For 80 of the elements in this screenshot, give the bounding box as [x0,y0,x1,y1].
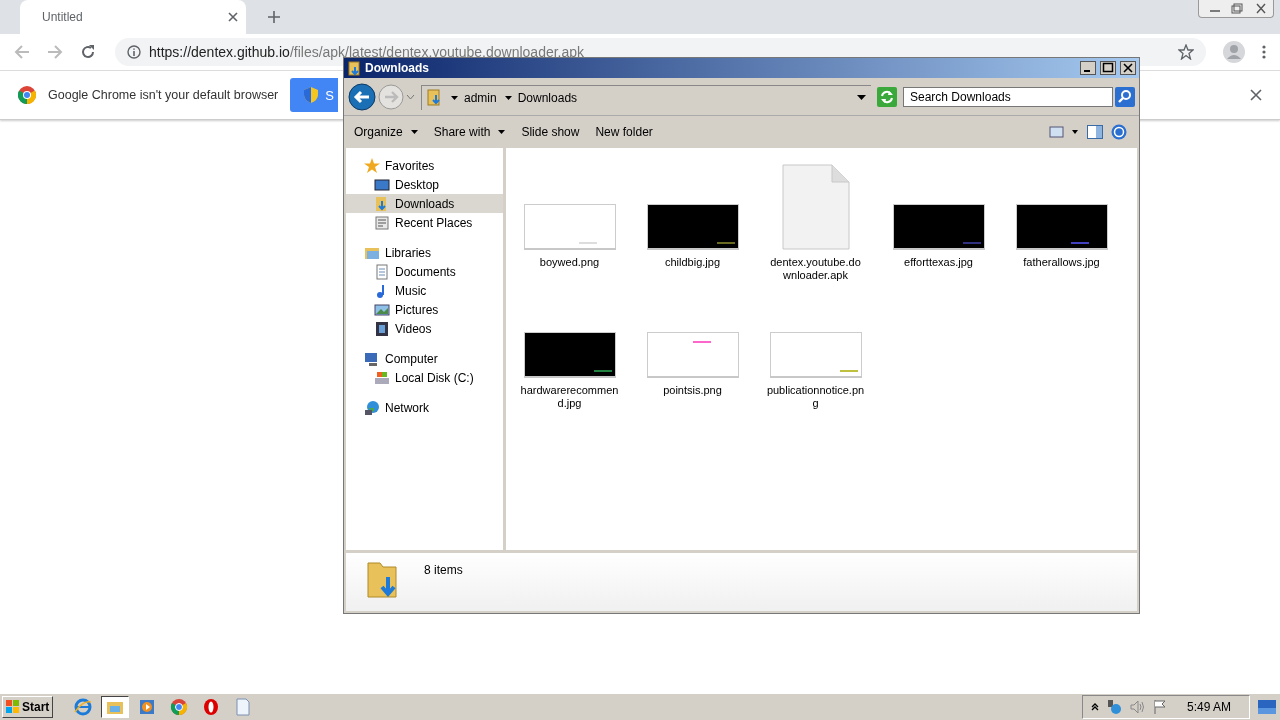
computer-icon [364,350,380,367]
nav-item[interactable]: Music [346,281,503,300]
taskbar-app[interactable] [101,696,130,718]
nav-item[interactable]: Favorites [346,156,503,175]
view-icon[interactable] [1049,126,1079,138]
file-name[interactable]: boywed.png [520,256,619,269]
star-icon [364,157,380,174]
chrome-logo-icon [18,86,36,104]
windows-logo-icon [6,700,20,714]
close-icon[interactable] [228,12,238,22]
back-icon[interactable] [348,83,376,111]
close-icon[interactable] [1120,61,1136,75]
opera-icon [202,698,221,716]
film-icon [374,320,390,337]
nav-item[interactable]: Local Disk (C:) [346,368,503,387]
nav-item[interactable]: Recent Places [346,213,503,232]
file-name[interactable]: publicationnotice.png [766,384,865,410]
breadcrumb-item[interactable]: admin [464,90,497,105]
toolbar-button[interactable]: Share with [429,125,510,139]
file-name[interactable]: pointsis.png [643,384,742,397]
dropdown-icon[interactable] [406,94,415,100]
toolbar-button[interactable]: Slide show [517,125,584,139]
refresh-icon[interactable] [877,87,897,107]
nav-item[interactable]: Desktop [346,175,503,194]
file-name[interactable]: dentex.youtube.downloader.apk [766,256,865,282]
nav-item[interactable]: Downloads [346,194,503,213]
disk-icon [374,369,390,386]
maximize-icon[interactable] [1100,61,1116,75]
nav-item[interactable]: Videos [346,319,503,338]
file-name[interactable]: hardwarerecommend.jpg [520,384,619,410]
info-icon [127,45,141,59]
network-icon[interactable] [1105,699,1122,715]
desktop-icon [374,176,390,193]
star-icon[interactable] [1178,44,1194,60]
document-icon [374,263,390,280]
search-field[interactable]: Search Downloads [903,87,1113,107]
nav-item[interactable]: Computer [346,349,503,368]
caret-icon [498,130,506,134]
clock[interactable]: 5:49 AM [1186,700,1231,714]
document-icon [234,698,253,716]
breadcrumb-item[interactable]: Downloads [517,90,578,105]
toolbar-button[interactable]: New folder [591,125,657,139]
flag-icon[interactable] [1151,699,1168,715]
shield-icon [304,87,319,103]
new-tab-icon[interactable] [268,11,280,23]
file-name[interactable]: efforttexas.jpg [889,256,988,269]
minimize-icon[interactable] [1080,61,1096,75]
reload-icon[interactable] [80,44,96,60]
caret-icon[interactable] [857,95,866,100]
play-icon [138,698,157,716]
start-button[interactable]: Start [2,696,54,718]
toolbar-button[interactable]: Organize [350,125,422,139]
file-name[interactable]: fatherallows.jpg [1012,256,1111,269]
caret-icon[interactable] [504,95,512,100]
close-icon[interactable] [1250,89,1262,101]
banner-message: Google Chrome isn't your default browser [48,88,279,102]
item-count: 8 items [424,563,463,577]
nav-item[interactable]: Documents [346,262,503,281]
nav-item[interactable]: Network [346,398,503,417]
address-field[interactable]: admin Downloads [421,84,871,110]
browser-icon [74,698,93,716]
chrome-icon [170,698,189,716]
browser-tab[interactable]: Untitled [20,0,246,34]
preview-pane-icon[interactable] [1087,125,1103,139]
window-controls-drawing[interactable] [1198,0,1274,18]
caret-icon [410,130,418,134]
network-icon [364,399,380,416]
picture-icon [374,301,390,318]
menu-icon[interactable] [1262,45,1266,59]
search-icon[interactable] [1115,87,1135,107]
file-name[interactable]: childbig.jpg [643,256,742,269]
nav-item[interactable]: Pictures [346,300,503,319]
folder-icon [348,60,362,76]
chevron-up-icon[interactable] [1090,703,1099,711]
nav-item[interactable]: Libraries [346,243,503,262]
document-list-icon [374,214,390,231]
folder-icon [427,89,443,106]
caret-icon[interactable] [451,95,458,100]
profile-icon[interactable] [1223,41,1245,63]
set-default-button[interactable]: S [290,78,339,112]
